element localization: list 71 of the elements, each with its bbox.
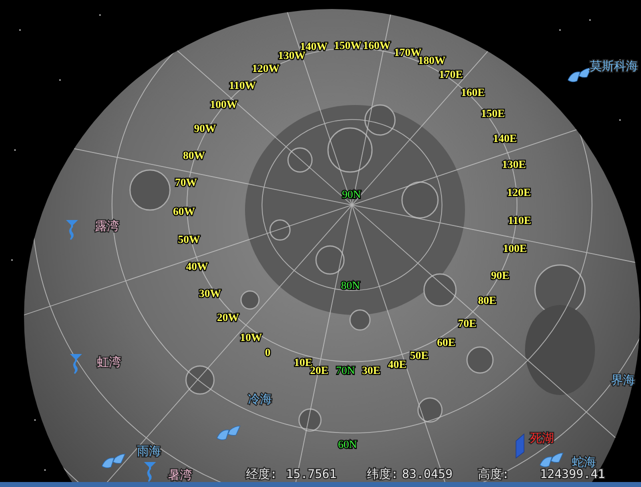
latitude-label: 60N — [338, 439, 357, 451]
longitude-label: 10W — [240, 332, 262, 344]
place-name[interactable]: 冷海 — [248, 392, 272, 406]
crater — [240, 290, 260, 310]
latitude-label: 90N — [342, 189, 361, 201]
longitude-label: 140W — [300, 41, 328, 53]
longitude-label: 130W — [278, 50, 306, 62]
longitude-label: 130E — [502, 159, 526, 171]
longitude-label: 90E — [491, 270, 510, 282]
place-name[interactable]: 雨海 — [137, 444, 161, 458]
crater — [287, 147, 313, 173]
lake-marker-icon[interactable] — [516, 433, 524, 459]
place-name[interactable]: 蛇海 — [572, 455, 596, 469]
crater — [401, 181, 439, 219]
coordinate-label: 经度: — [246, 467, 278, 481]
crater — [298, 408, 322, 432]
crater — [315, 245, 345, 275]
longitude-label: 60E — [437, 337, 456, 349]
longitude-label: 40E — [388, 359, 406, 371]
longitude-label: 120E — [507, 187, 531, 199]
coordinate-value: 15.7561 — [286, 467, 337, 481]
crater — [269, 219, 291, 241]
longitude-label: 160W — [363, 40, 390, 52]
longitude-label: 80E — [478, 295, 496, 307]
sea-marker-icon[interactable] — [540, 452, 564, 468]
longitude-label: 150E — [481, 108, 505, 120]
longitude-label: 70W — [175, 177, 197, 189]
sea-marker-icon[interactable] — [216, 426, 240, 440]
latitude-label: 70N — [336, 365, 355, 377]
crater — [349, 309, 371, 331]
bay-marker-icon[interactable] — [70, 354, 82, 374]
place-name[interactable]: 死湖 — [530, 431, 554, 445]
longitude-label: 110W — [229, 80, 256, 92]
place-name[interactable]: 莫斯科海 — [590, 59, 638, 73]
longitude-label: 160E — [461, 87, 485, 99]
longitude-label: 60W — [173, 206, 195, 218]
longitude-label: 150W — [334, 40, 362, 52]
longitude-label: 170E — [439, 69, 463, 81]
longitude-label: 20W — [217, 312, 239, 324]
longitude-label: 80W — [183, 150, 205, 162]
longitude-label: 90W — [194, 123, 216, 135]
longitude-label: 110E — [508, 215, 532, 227]
crater — [417, 397, 443, 423]
longitude-label: 50E — [410, 350, 428, 362]
crater — [185, 365, 215, 395]
longitude-label: 20E — [310, 365, 328, 377]
bay-marker-icon[interactable] — [66, 220, 78, 240]
longitude-label: 140E — [493, 133, 517, 145]
coordinate-value: 124399.41 — [540, 467, 606, 481]
coordinate-label: 纬度: — [367, 467, 398, 481]
crater — [423, 273, 457, 307]
longitude-label: 30E — [362, 365, 380, 377]
longitude-label: 120W — [252, 63, 280, 75]
longitude-label: 70E — [458, 318, 476, 330]
place-name[interactable]: 虹湾 — [97, 355, 121, 369]
longitude-label: 180W — [418, 55, 446, 67]
longitude-label: 0 — [265, 347, 270, 359]
coordinate-value: 83.0459 — [402, 467, 453, 481]
place-name[interactable]: 暑湾 — [168, 468, 192, 482]
crater — [129, 169, 171, 211]
longitude-label: 30W — [199, 288, 221, 300]
sea-marker-icon[interactable] — [102, 454, 126, 468]
place-name[interactable]: 露湾 — [95, 219, 119, 233]
longitude-label: 100W — [210, 99, 238, 111]
sea-marker-icon[interactable] — [568, 68, 592, 82]
longitude-label: 40W — [186, 261, 208, 273]
crater — [466, 346, 494, 374]
bay-marker-icon[interactable] — [144, 462, 156, 482]
longitude-label: 50W — [178, 234, 200, 246]
longitude-label: 100E — [503, 243, 527, 255]
latitude-label: 80N — [341, 280, 360, 292]
